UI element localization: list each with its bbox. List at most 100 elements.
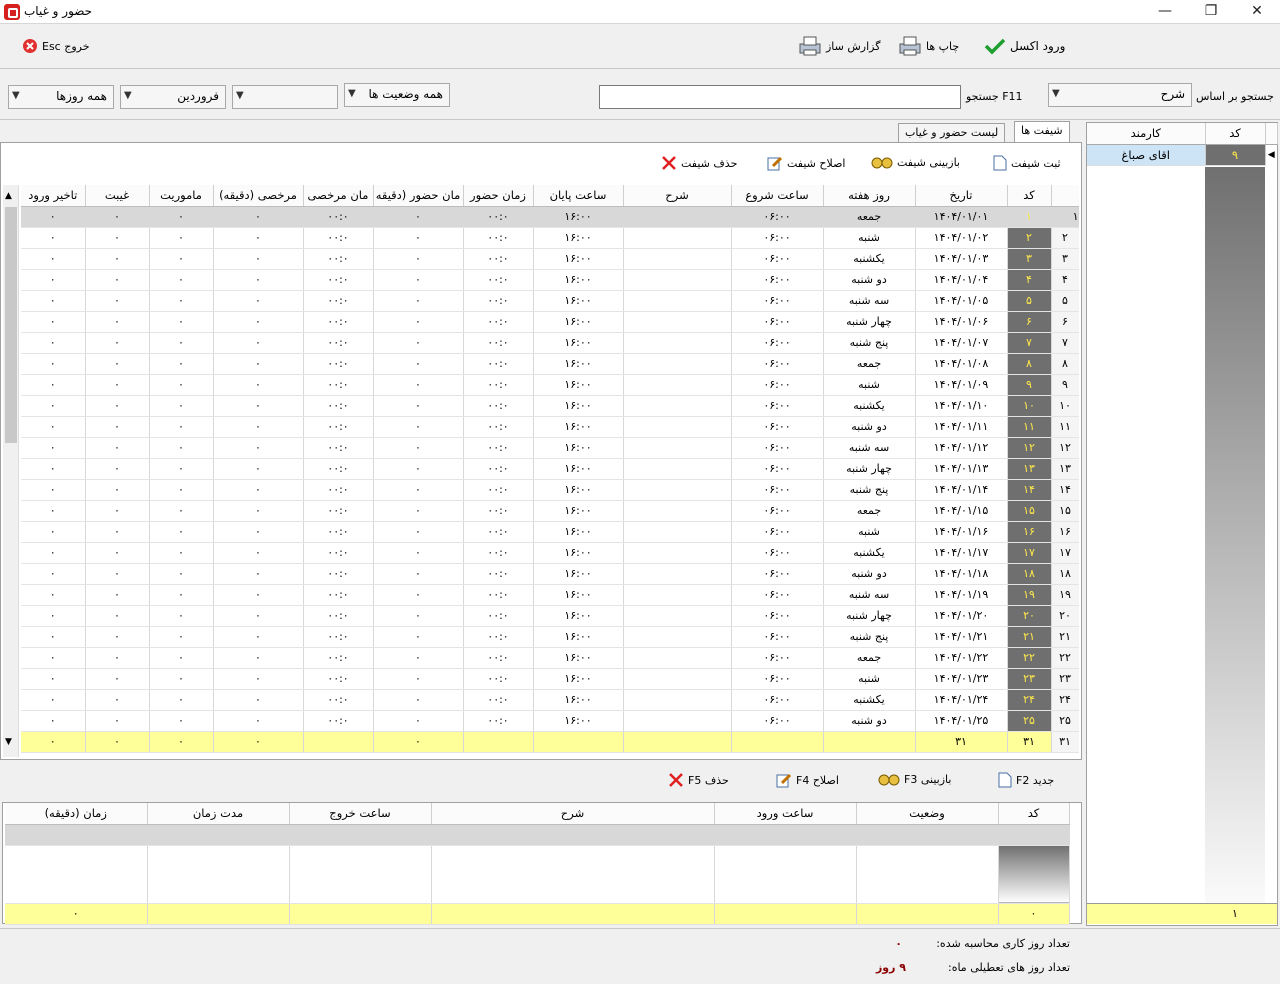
table-row[interactable]: ۰ ۰ ۰ ۰ ۰۰:۰ ۰ ۰۰:۰ ۱۶:۰۰ ۰۶:۰۰ چهار شنبه ۱۴۰۴/۰۱/… bbox=[21, 605, 1079, 627]
register-shift-button[interactable]: ثبت شیفت bbox=[993, 155, 1061, 171]
employee-row[interactable]: اقای صباغ ۹ ◀ bbox=[1087, 144, 1277, 166]
blank-combo[interactable]: ▼ bbox=[232, 85, 338, 109]
table-row[interactable]: ۰ ۰ ۰ ۰ ۰۰:۰ ۰ ۰۰:۰ ۱۶:۰۰ ۰۶:۰۰ پنج شنبه ۱۴۰۴/۰۱/۲… bbox=[21, 626, 1079, 648]
table-row[interactable]: ۰ ۰ ۰ ۰ ۰۰:۰ ۰ ۰۰:۰ ۱۶:۰۰ ۰۶:۰۰ سه شنبه ۱۴۰۴/۰۱/۱۲… bbox=[21, 437, 1079, 459]
col-entry-kod[interactable]: کد bbox=[998, 803, 1070, 825]
close-window-button[interactable]: ✕ bbox=[1234, 0, 1280, 24]
cell-desc bbox=[623, 710, 732, 732]
col-duration[interactable]: مدت زمان bbox=[147, 803, 290, 825]
cell-presence-min: ۰ bbox=[373, 374, 464, 396]
status-combo[interactable]: همه وضعیت ها ▼ bbox=[344, 83, 450, 107]
edit-shift-button[interactable]: اصلاح شیفت bbox=[767, 155, 845, 171]
col-start[interactable]: ساعت شروع bbox=[731, 185, 824, 207]
col-presence[interactable]: زمان حضور bbox=[463, 185, 534, 207]
table-row[interactable]: ۰ ۰ ۰ ۰ ۰۰:۰ ۰ ۰۰:۰ ۱۶:۰۰ ۰۶:۰۰ یکشنبه ۱۴۰۴/۰۱/۲۴ ۲… bbox=[21, 689, 1079, 711]
table-row[interactable]: ۰ ۰ ۰ ۰ ۰۰:۰ ۰ ۰۰:۰ ۱۶:۰۰ ۰۶:۰۰ چهار شنبه ۱۴۰۴/۰۱/… bbox=[21, 311, 1079, 333]
col-leave[interactable]: مان مرخصی bbox=[303, 185, 374, 207]
month-combo[interactable]: فروردین ▼ bbox=[120, 85, 226, 109]
table-row[interactable]: ۰ ۰ ۰ ۰ ۰۰:۰ ۰ ۰۰:۰ ۱۶:۰۰ ۰۶:۰۰ یکشنبه ۱۴۰۴/۰۱/۱۷ ۱… bbox=[21, 542, 1079, 564]
scroll-down-icon[interactable]: ▼ bbox=[5, 737, 12, 747]
table-row[interactable]: ۰ ۰ ۰ ۰ ۰۰:۰ ۰ ۰۰:۰ ۱۶:۰۰ ۰۶:۰۰ جمعه ۱۴۰۴/۰۱/۰۸ ۸ ۸ bbox=[21, 353, 1079, 375]
table-row[interactable] bbox=[5, 824, 1070, 846]
cell-leave: ۰۰:۰ bbox=[303, 206, 374, 228]
table-row[interactable]: ۰ ۰ ۰ ۰ ۰۰:۰ ۰ ۰۰:۰ ۱۶:۰۰ ۰۶:۰۰ شنبه ۱۴۰۴/۰۱/۱۶ ۱۶ ۱… bbox=[21, 521, 1079, 543]
col-date[interactable]: تاریخ bbox=[915, 185, 1008, 207]
col-end[interactable]: ساعت پایان bbox=[533, 185, 624, 207]
edit-entry-button[interactable]: اصلاح F4 bbox=[776, 772, 839, 788]
col-in[interactable]: ساعت ورود bbox=[714, 803, 857, 825]
cell-presence: ۰۰:۰ bbox=[463, 647, 534, 669]
minimize-button[interactable]: — bbox=[1142, 0, 1188, 24]
table-row[interactable]: ۰ ۰ ۰ ۰ ۰۰:۰ ۰ ۰۰:۰ ۱۶:۰۰ ۰۶:۰۰ دو شنبه ۱۴۰۴/۰۱/۱۸… bbox=[21, 563, 1079, 585]
scroll-thumb[interactable] bbox=[5, 207, 17, 443]
table-row[interactable]: ۰ ۰ ۰ ۰ ۰۰:۰ ۰ ۰۰:۰ ۱۶:۰۰ ۰۶:۰۰ سه شنبه ۱۴۰۴/۰۱/۱۹… bbox=[21, 584, 1079, 606]
col-presence-min[interactable]: مان حضور (دقیقه bbox=[373, 185, 464, 207]
cell-desc bbox=[623, 563, 732, 585]
table-row[interactable]: ۰ ۰ ۰ ۰ ۰۰:۰ ۰ ۰۰:۰ ۱۶:۰۰ ۰۶:۰۰ شنبه ۱۴۰۴/۰۱/۲۳ ۲۳ ۲… bbox=[21, 668, 1079, 690]
cell-leave: ۰۰:۰ bbox=[303, 605, 374, 627]
cell-kod: ۲۱ bbox=[1007, 626, 1052, 648]
tab-shifts[interactable]: شیفت ها bbox=[1014, 121, 1070, 143]
col-kod[interactable]: کد bbox=[1007, 185, 1052, 207]
table-row[interactable]: ۰ ۰ ۰ ۰ ۰۰:۰ ۰ ۰۰:۰ ۱۶:۰۰ ۰۶:۰۰ دو شنبه ۱۴۰۴/۰۱/۰۴… bbox=[21, 269, 1079, 291]
col-minutes[interactable]: زمان (دقیقه) bbox=[5, 803, 148, 825]
table-row[interactable]: ۰ ۰ ۰ ۰ ۰۰:۰ ۰ ۰۰:۰ ۱۶:۰۰ ۰۶:۰۰ دو شنبه ۱۴۰۴/۰۱/۱۱… bbox=[21, 416, 1079, 438]
table-row[interactable]: ۰ ۰ ۰ ۰ ۰۰:۰ ۰ ۰۰:۰ ۱۶:۰۰ ۰۶:۰۰ چهار شنبه ۱۴۰۴/۰۱/… bbox=[21, 458, 1079, 480]
cell-leave-min: ۰ bbox=[213, 542, 304, 564]
table-row[interactable]: ۰ ۰ ۰ ۰ ۰۰:۰ ۰ ۰۰:۰ ۱۶:۰۰ ۰۶:۰۰ شنبه ۱۴۰۴/۰۱/۰۲ ۲ ۲ bbox=[21, 227, 1079, 249]
col-status[interactable]: وضعیت bbox=[856, 803, 999, 825]
days-combo[interactable]: همه روزها ▼ bbox=[8, 85, 114, 109]
cell-day: دو شنبه bbox=[823, 269, 916, 291]
col-late[interactable]: تاخیر ورود bbox=[21, 185, 86, 207]
new-entry-button[interactable]: جدید F2 bbox=[998, 772, 1054, 788]
col-desc[interactable]: شرح bbox=[623, 185, 732, 207]
delete-shift-button[interactable]: حذف شیفت bbox=[661, 155, 737, 171]
delete-entry-button[interactable]: حذف F5 bbox=[668, 772, 729, 788]
shift-footer-row: ۰ ۰ ۰ ۰ ۰ ۳۱ ۳۱ ۳۱ bbox=[21, 730, 1079, 753]
shift-grid-scrollbar[interactable]: ▲ ▼ bbox=[3, 185, 19, 757]
col-absence[interactable]: غیبت bbox=[85, 185, 150, 207]
col-leave-min[interactable]: مرخصی (دقیقه) bbox=[213, 185, 304, 207]
cell-day: شنبه bbox=[823, 374, 916, 396]
cell-presence-min: ۰ bbox=[373, 332, 464, 354]
table-row[interactable]: ۰ ۰ ۰ ۰ ۰۰:۰ ۰ ۰۰:۰ ۱۶:۰۰ ۰۶:۰۰ پنج شنبه ۱۴۰۴/۰۱/۱… bbox=[21, 479, 1079, 501]
cell-presence-min: ۰ bbox=[373, 353, 464, 375]
cell-mission: ۰ bbox=[149, 521, 214, 543]
cell-end: ۱۶:۰۰ bbox=[533, 416, 624, 438]
table-row[interactable]: ۰ ۰ ۰ ۰ ۰۰:۰ ۰ ۰۰:۰ ۱۶:۰۰ ۰۶:۰۰ یکشنبه ۱۴۰۴/۰۱/۱۰ ۱… bbox=[21, 395, 1079, 417]
exit-button[interactable]: خروج Esc bbox=[22, 35, 90, 57]
cell-late: ۰ bbox=[21, 479, 86, 501]
cell-day: جمعه bbox=[823, 500, 916, 522]
maximize-button[interactable]: ❐ bbox=[1188, 0, 1234, 24]
tab-attendance-list[interactable]: لیست حضور و غیاب bbox=[898, 123, 1006, 142]
col-out[interactable]: ساعت خروج bbox=[289, 803, 432, 825]
cell-day: شنبه bbox=[823, 227, 916, 249]
prints-button[interactable]: چاپ ها bbox=[898, 35, 959, 57]
col-employee-kod[interactable]: کد bbox=[1205, 123, 1266, 145]
table-row[interactable]: ۰ ۰ ۰ ۰ ۰۰:۰ ۰ ۰۰:۰ ۱۶:۰۰ ۰۶:۰۰ یکشنبه ۱۴۰۴/۰۱/۰۳ ۳… bbox=[21, 248, 1079, 270]
cell-kod: ۵ bbox=[1007, 290, 1052, 312]
report-builder-button[interactable]: گزارش ساز bbox=[798, 35, 880, 57]
col-employee-name[interactable]: کارمند bbox=[1087, 123, 1206, 145]
table-row[interactable]: ۰ ۰ ۰ ۰ ۰۰:۰ ۰ ۰۰:۰ ۱۶:۰۰ ۰۶:۰۰ پنج شنبه ۱۴۰۴/۰۱/۰… bbox=[21, 332, 1079, 354]
table-row[interactable]: ۰ ۰ ۰ ۰ ۰۰:۰ ۰ ۰۰:۰ ۱۶:۰۰ ۰۶:۰۰ سه شنبه ۱۴۰۴/۰۱/۰۵… bbox=[21, 290, 1079, 312]
table-row[interactable]: ۰ ۰ ۰ ۰ ۰۰:۰ ۰ ۰۰:۰ ۱۶:۰۰ ۰۶:۰۰ جمعه ۱۴۰۴/۰۱/۲۲ ۲۲ ۲… bbox=[21, 647, 1079, 669]
table-row[interactable]: ۰ ۰ ۰ ۰ ۰۰:۰ ۰ ۰۰:۰ ۱۶:۰۰ ۰۶:۰۰ شنبه ۱۴۰۴/۰۱/۰۹ ۹ ۹ bbox=[21, 374, 1079, 396]
col-mission[interactable]: ماموریت bbox=[149, 185, 214, 207]
view-entry-button[interactable]: بازبینی F3 bbox=[878, 772, 951, 786]
scroll-up-icon[interactable]: ▲ bbox=[5, 191, 12, 201]
excel-import-button[interactable]: ورود اکسل bbox=[984, 35, 1065, 57]
table-row[interactable]: ۰ ۰ ۰ ۰ ۰۰:۰ ۰ ۰۰:۰ ۱۶:۰۰ ۰۶:۰۰ دو شنبه ۱۴۰۴/۰۱/۲۵… bbox=[21, 710, 1079, 732]
search-input[interactable] bbox=[599, 85, 961, 109]
col-entry-desc[interactable]: شرح bbox=[431, 803, 715, 825]
cell-mission: ۰ bbox=[149, 647, 214, 669]
table-row[interactable]: ۰ ۰ ۰ ۰ ۰۰:۰ ۰ ۰۰:۰ ۱۶:۰۰ ۰۶:۰۰ جمعه ۱۴۰۴/۰۱/۱۵ ۱۵ ۱… bbox=[21, 500, 1079, 522]
table-row[interactable]: ۰ ۰ ۰ ۰ ۰۰:۰ ۰ ۰۰:۰ ۱۶:۰۰ ۰۶:۰۰ جمعه ۱۴۰۴/۰۱/۰۱ ۱ ۱ bbox=[21, 206, 1079, 228]
search-by-combo[interactable]: شرح ▼ bbox=[1048, 83, 1192, 107]
cell-rn: ۱۹ bbox=[1051, 584, 1079, 606]
cell-presence: ۰۰:۰ bbox=[463, 668, 534, 690]
col-weekday[interactable]: روز هفته bbox=[823, 185, 916, 207]
cell-rn: ۲۰ bbox=[1051, 605, 1079, 627]
view-shift-button[interactable]: بازبینی شیفت bbox=[871, 155, 960, 169]
cell-rn: ۲۲ bbox=[1051, 647, 1079, 669]
